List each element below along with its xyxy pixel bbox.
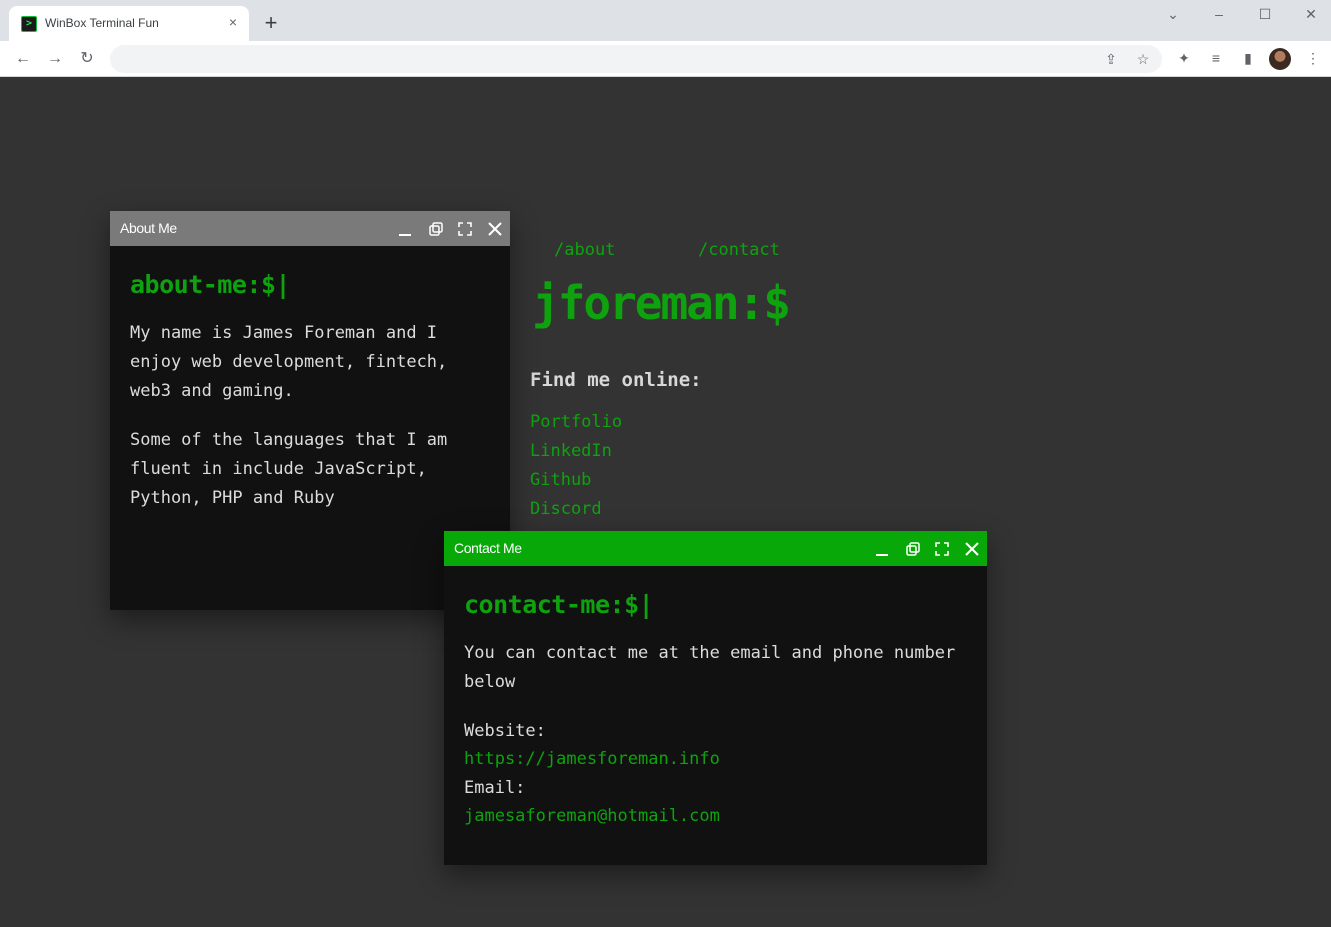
bookmark-star-icon[interactable]: ☆ [1132, 48, 1154, 70]
tab-close-icon[interactable]: × [224, 13, 242, 31]
avatar[interactable] [1269, 48, 1291, 70]
close-icon[interactable] [961, 538, 983, 560]
minimize-icon[interactable] [394, 218, 416, 240]
media-controls-icon[interactable]: ≡ [1205, 47, 1227, 69]
browser-tab[interactable]: > WinBox Terminal Fun × [9, 6, 249, 41]
browser-tab-bar: > WinBox Terminal Fun × + ⌄ – ☐ ✕ [0, 0, 1331, 41]
reload-icon[interactable]: ↻ [75, 47, 99, 71]
contact-intro: You can contact me at the email and phon… [464, 643, 956, 692]
browser-toolbar: ← → ↻ ⇪ ☆ ✦ ≡ ▮ ⋮ [0, 41, 1331, 77]
about-window-body: about-me:$| My name is James Foreman and… [110, 246, 510, 513]
social-links: Portfolio LinkedIn Github Discord [530, 411, 622, 527]
restore-icon[interactable] [425, 218, 447, 240]
window-maximize-icon[interactable]: ☐ [1250, 4, 1280, 24]
forward-icon[interactable]: → [43, 47, 67, 71]
email-link[interactable]: jamesaforeman@hotmail.com [464, 802, 967, 831]
new-tab-icon[interactable]: + [258, 10, 284, 36]
contact-prompt: contact-me:$| [464, 590, 654, 619]
fullscreen-icon[interactable] [454, 218, 476, 240]
about-prompt: about-me:$| [130, 270, 291, 299]
close-icon[interactable] [484, 218, 506, 240]
tab-title: WinBox Terminal Fun [45, 16, 159, 30]
about-paragraph: My name is James Foreman and I enjoy web… [130, 323, 448, 401]
social-link-linkedin[interactable]: LinkedIn [530, 440, 622, 469]
side-panel-icon[interactable]: ▮ [1237, 47, 1259, 69]
minimize-icon[interactable] [871, 538, 893, 560]
contact-window-body: contact-me:$| You can contact me at the … [444, 566, 987, 831]
social-link-github[interactable]: Github [530, 469, 622, 498]
contact-window: Contact Me contact-me:$| You can contact… [444, 531, 987, 865]
site-brand: jforeman:$ [532, 276, 791, 330]
window-minimize-icon[interactable]: – [1204, 4, 1234, 24]
about-window-title: About Me [120, 220, 177, 236]
about-window-titlebar[interactable]: About Me [110, 211, 510, 246]
about-paragraph: Some of the languages that I am fluent i… [130, 430, 448, 508]
contact-window-titlebar[interactable]: Contact Me [444, 531, 987, 566]
find-me-heading: Find me online: [530, 369, 702, 391]
address-bar[interactable]: ⇪ ☆ [110, 45, 1162, 73]
share-icon[interactable]: ⇪ [1100, 48, 1122, 70]
extensions-icon[interactable]: ✦ [1173, 47, 1195, 69]
website-link[interactable]: https://jamesforeman.info [464, 745, 967, 774]
website-label: Website: [464, 721, 546, 741]
terminal-icon: > [21, 16, 37, 32]
restore-icon[interactable] [902, 538, 924, 560]
fullscreen-icon[interactable] [931, 538, 953, 560]
tab-search-icon[interactable]: ⌄ [1158, 4, 1188, 24]
nav-link-about[interactable]: /about [554, 240, 615, 260]
menu-icon[interactable]: ⋮ [1302, 47, 1324, 69]
social-link-discord[interactable]: Discord [530, 498, 622, 527]
back-icon[interactable]: ← [11, 47, 35, 71]
window-close-icon[interactable]: ✕ [1296, 4, 1326, 24]
social-link-portfolio[interactable]: Portfolio [530, 411, 622, 440]
nav-link-contact[interactable]: /contact [698, 240, 780, 260]
email-label: Email: [464, 778, 526, 798]
contact-window-title: Contact Me [454, 540, 522, 556]
